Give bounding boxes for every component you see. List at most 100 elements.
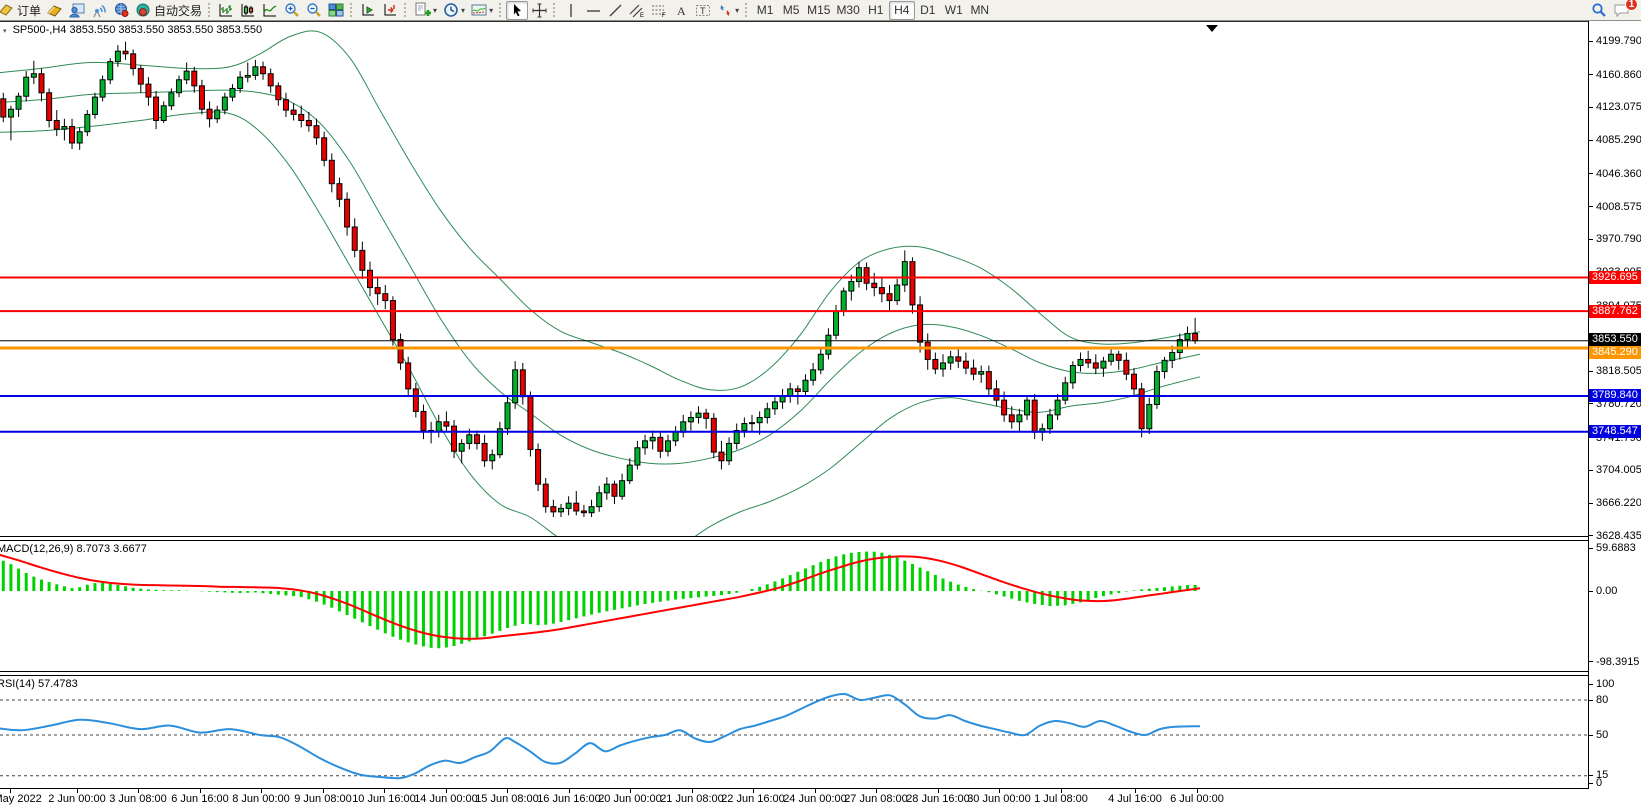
periods-button[interactable]: ▾ (440, 1, 468, 20)
price-axis[interactable]: 4199.7904160.8604123.0754085.2904046.360… (1588, 21, 1641, 789)
toolbar-handle[interactable] (499, 3, 504, 17)
timeframe-h4[interactable]: H4 (889, 1, 915, 20)
toolbar-handle[interactable] (745, 3, 750, 17)
toolbar-handle[interactable] (404, 3, 409, 17)
price-level-badge[interactable]: 3789.840 (1589, 389, 1641, 402)
candle (85, 114, 90, 131)
chart-expand-marker[interactable]: ▾ (3, 28, 7, 35)
candle (811, 370, 816, 380)
chart-shift-marker[interactable] (1206, 25, 1218, 32)
text-button[interactable]: A (670, 1, 692, 20)
price-tick-mark (1589, 41, 1593, 42)
candle (192, 71, 197, 86)
candle (1101, 361, 1106, 368)
timeframe-mn[interactable]: MN (967, 1, 993, 20)
price-tick-label: 4085.290 (1596, 134, 1641, 146)
candle (345, 199, 350, 227)
crosshair-button[interactable] (528, 1, 550, 20)
candle (177, 80, 182, 93)
price-chart-plot[interactable] (0, 22, 1588, 536)
candle (688, 417, 693, 421)
candle (215, 110, 220, 119)
rsi-panel[interactable]: RSI(14) 57.4783 (0, 675, 1588, 789)
timeframe-m5[interactable]: M5 (778, 1, 804, 20)
price-tick-mark (1589, 206, 1593, 207)
candle (245, 75, 250, 77)
trendline-button[interactable] (604, 1, 626, 20)
line-chart-button[interactable] (259, 1, 281, 20)
toolbar-handle[interactable] (553, 3, 558, 17)
timeframe-h1[interactable]: H1 (863, 1, 889, 20)
svg-text:A: A (677, 4, 686, 18)
vertical-line-button[interactable] (560, 1, 582, 20)
price-level-badge[interactable]: 3845.290 (1589, 346, 1641, 359)
candle (1002, 400, 1007, 415)
candle (856, 268, 861, 282)
cursor-button[interactable] (506, 1, 528, 20)
candle (77, 132, 82, 143)
candle (841, 291, 846, 311)
toolbar-group-zoom (281, 0, 347, 21)
new-order-button[interactable]: 订单 (0, 1, 44, 20)
channel-button[interactable]: E (626, 1, 648, 20)
chat-button[interactable]: 1 (1610, 1, 1633, 20)
candle (971, 368, 976, 374)
search-button[interactable] (1588, 1, 1610, 20)
gold-tag-button[interactable] (44, 1, 66, 20)
timeframe-m30[interactable]: M30 (833, 1, 862, 20)
tile-windows-button[interactable] (325, 1, 347, 20)
market-button[interactable] (110, 1, 132, 20)
candlestick-chart-button[interactable] (237, 1, 259, 20)
candle (368, 270, 373, 287)
price-level-badge[interactable]: 3926.695 (1589, 271, 1641, 284)
candle (872, 283, 877, 287)
candle (291, 110, 296, 114)
candle (222, 97, 227, 110)
fibonacci-button[interactable]: F (648, 1, 670, 20)
autotrading-button[interactable]: 自动交易 (132, 1, 205, 20)
candle (650, 437, 655, 440)
new-chart-button[interactable]: ▾ (411, 1, 440, 20)
macd-panel[interactable]: MACD(12,26,9) 8.7073 3.6677 (0, 540, 1588, 672)
candle (543, 484, 548, 507)
price-tick-label: 4160.860 (1596, 69, 1641, 81)
rsi-plot[interactable] (0, 676, 1588, 788)
zoom-out-icon (306, 2, 322, 18)
chart-shift-button[interactable] (379, 1, 401, 20)
zoom-in-button[interactable] (281, 1, 303, 20)
zoom-out-button[interactable] (303, 1, 325, 20)
price-level-badge[interactable]: 3887.762 (1589, 305, 1641, 318)
text-label-button[interactable]: T (692, 1, 714, 20)
timeframe-label: H1 (868, 3, 883, 17)
timeframe-m15[interactable]: M15 (804, 1, 833, 20)
price-level-badge[interactable]: 3748.547 (1589, 425, 1641, 438)
candle (268, 74, 273, 86)
templates-button[interactable]: ▾ (468, 1, 496, 20)
arrows-button[interactable]: ▾ (714, 1, 742, 20)
signals-button[interactable] (88, 1, 110, 20)
timeframe-label: H4 (894, 3, 909, 17)
toolbar-handle[interactable] (350, 3, 355, 17)
time-tick-label: 2 Jun 00:00 (48, 793, 106, 805)
price-level-badge[interactable]: 3853.550 (1589, 333, 1641, 346)
price-tick-label: 3666.220 (1596, 497, 1641, 509)
candle (352, 227, 357, 250)
candle (1078, 359, 1083, 365)
strategy-tester-button[interactable] (66, 1, 88, 20)
candle (1032, 400, 1037, 432)
bar-chart-button[interactable] (215, 1, 237, 20)
template-icon (471, 2, 487, 18)
dropdown-arrow-icon: ▾ (461, 6, 465, 15)
timeframe-w1[interactable]: W1 (941, 1, 967, 20)
candle (1193, 333, 1198, 340)
candle (864, 268, 869, 284)
toolbar-handle[interactable] (208, 3, 213, 17)
macd-plot[interactable] (0, 541, 1588, 671)
timeframe-m1[interactable]: M1 (752, 1, 778, 20)
horizontal-line-button[interactable] (582, 1, 604, 20)
main-chart-panel[interactable]: ▾ SP500-,H4 3853.550 3853.550 3853.550 3… (0, 21, 1588, 537)
candle (337, 184, 342, 200)
auto-scroll-button[interactable] (357, 1, 379, 20)
time-axis[interactable]: 31 May 20222 Jun 00:003 Jun 08:006 Jun 1… (0, 789, 1641, 810)
timeframe-d1[interactable]: D1 (915, 1, 941, 20)
